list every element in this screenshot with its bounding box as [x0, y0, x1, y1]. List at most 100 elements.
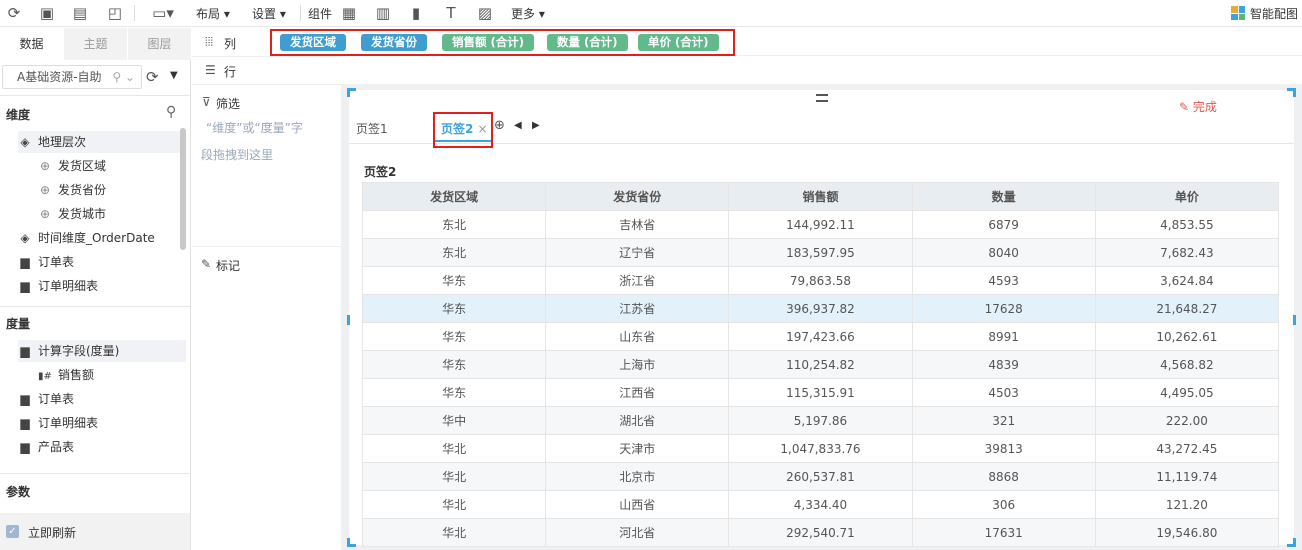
table-cell: 183,597.95: [728, 238, 913, 267]
refresh-icon[interactable]: ⟳: [5, 4, 23, 22]
table-cell: 11,119.74: [1094, 462, 1280, 491]
tab-theme[interactable]: 主题: [64, 28, 127, 60]
tree-item-province[interactable]: ⊕ 发货省份: [38, 179, 106, 201]
crosstab-icon[interactable]: ▥: [374, 4, 392, 22]
tree-item-order-detail-table[interactable]: ▆ 订单明细表: [18, 275, 98, 297]
tab-page-1[interactable]: 页签1: [356, 120, 388, 137]
smart-chart-icon[interactable]: [1231, 6, 1245, 20]
table-cell: 华东: [361, 266, 547, 295]
table-cell: 121.20: [1094, 490, 1280, 519]
header-quantity[interactable]: 数量: [911, 182, 1096, 211]
table-cell: 260,537.81: [728, 462, 913, 491]
table-cell: 222.00: [1094, 406, 1280, 435]
layers-icon: ◈: [20, 135, 30, 149]
divider: [192, 56, 341, 57]
table-header-row: 发货区域 发货省份 销售额 数量 单价: [361, 182, 1280, 211]
data-table: 发货区域 发货省份 销售额 数量 单价 东北 吉林省 144,992.11 6879 4…: [361, 182, 1280, 547]
tab-data[interactable]: 数据: [0, 28, 63, 60]
refresh-checkbox[interactable]: ✓: [6, 525, 19, 538]
table-row[interactable]: 东北 吉林省 144,992.11 6879 4,853.55: [361, 210, 1280, 239]
layout-menu[interactable]: 布局 ▾: [196, 5, 230, 22]
tree-item-time-dimension[interactable]: ◈ 时间维度_OrderDate: [18, 227, 154, 249]
dropdown-arrow-icon[interactable]: ▼: [170, 70, 178, 81]
tree-item-sales[interactable]: ▮# 销售额: [38, 364, 94, 386]
next-tab-icon[interactable]: ▶: [532, 120, 540, 131]
header-sales[interactable]: 销售额: [728, 182, 913, 211]
rows-icon: ☰: [205, 63, 216, 77]
table-cell: 江苏省: [545, 294, 730, 323]
tree-item-calc-field[interactable]: ▆ 计算字段(度量): [18, 340, 186, 362]
resize-corner[interactable]: [347, 88, 356, 97]
data-panel: 数据 主题 图层 A基础资源-自助 ⚲ ⌄ ⟳ ▼ 维度 ⚲ ◈ 地理层次 ⊕ 发货区…: [0, 28, 191, 550]
prev-tab-icon[interactable]: ◀: [514, 120, 522, 131]
search-icon[interactable]: ⚲: [166, 104, 176, 120]
tree-item-city[interactable]: ⊕ 发货城市: [38, 203, 106, 225]
header-province[interactable]: 发货省份: [545, 182, 730, 211]
settings-menu[interactable]: 设置 ▾: [252, 5, 286, 22]
measure-icon: ▮#: [38, 371, 52, 382]
datasource-select[interactable]: A基础资源-自助 ⚲ ⌄: [2, 65, 142, 89]
header-price[interactable]: 单价: [1094, 182, 1280, 211]
table-row[interactable]: 华中 湖北省 5,197.86 321 222.00: [361, 406, 1280, 435]
table-row[interactable]: 华北 山西省 4,334.40 306 121.20: [361, 490, 1280, 519]
tree-item-region[interactable]: ⊕ 发货区域: [38, 155, 106, 177]
resize-corner[interactable]: [1287, 538, 1296, 547]
columns-label: 列: [224, 37, 237, 51]
table-row[interactable]: 华北 天津市 1,047,833.76 39813 43,272.45: [361, 434, 1280, 463]
add-tab-icon[interactable]: ⊕: [494, 118, 505, 133]
divider: [0, 95, 190, 96]
divider: [0, 306, 190, 307]
table-cell: 吉林省: [545, 210, 730, 239]
table-cell: 4,334.40: [728, 490, 913, 519]
device-menu-icon[interactable]: ▭▾: [148, 4, 178, 22]
widget-title: 页签2: [364, 165, 397, 179]
tree-item-order-table[interactable]: ▆ 订单表: [18, 251, 74, 273]
table-cell: 43,272.45: [1094, 434, 1280, 463]
image-icon[interactable]: ▨: [476, 4, 494, 22]
scrollbar-thumb[interactable]: [180, 128, 186, 250]
table-row[interactable]: 华东 江苏省 396,937.82 17628 21,648.27: [361, 294, 1280, 323]
tab-layer[interactable]: 图层: [128, 28, 191, 60]
tree-item-order-table-measure[interactable]: ▆ 订单表: [18, 388, 74, 410]
table-cell: 华东: [361, 378, 547, 407]
table-cell: 东北: [361, 210, 547, 239]
table-row[interactable]: 华北 河北省 292,540.71 17631 19,546.80: [361, 518, 1280, 547]
table-row[interactable]: 华东 上海市 110,254.82 4839 4,568.82: [361, 350, 1280, 379]
tree-item-product-table[interactable]: ▆ 产品表: [18, 436, 74, 458]
refresh-label: 立即刷新: [28, 526, 77, 540]
table-row[interactable]: 华北 北京市 260,537.81 8868 11,119.74: [361, 462, 1280, 491]
filter-icon: ⊽: [202, 95, 211, 109]
drag-handle-icon[interactable]: [816, 94, 828, 102]
divider: [192, 246, 341, 247]
table-cell: 292,540.71: [728, 518, 913, 547]
table-row[interactable]: 华东 浙江省 79,863.58 4593 3,624.84: [361, 266, 1280, 295]
table-cell: 华北: [361, 490, 547, 519]
table-row[interactable]: 华东 山东省 197,423.66 8991 10,262.61: [361, 322, 1280, 351]
table-cell: 17631: [911, 518, 1096, 547]
table-row[interactable]: 东北 辽宁省 183,597.95 8040 7,682.43: [361, 238, 1280, 267]
table-widget[interactable]: ✎ 完成 页签1 页签2 × ⊕ ◀ ▶ 页签2 发货区域 发货省份 销售额 数…: [347, 88, 1296, 547]
table-cell: 144,992.11: [728, 210, 913, 239]
table-cell: 东北: [361, 238, 547, 267]
save-icon[interactable]: ▣: [38, 4, 56, 22]
preview-icon[interactable]: ◰: [106, 4, 124, 22]
table-icon[interactable]: ▦: [340, 4, 358, 22]
folder-open-icon: ▆: [20, 344, 30, 358]
text-icon[interactable]: T: [442, 4, 460, 22]
more-menu[interactable]: 更多 ▾: [511, 5, 545, 22]
tree-item-order-detail-measure[interactable]: ▆ 订单明细表: [18, 412, 98, 434]
resize-corner[interactable]: [1287, 88, 1296, 97]
resize-handle-right[interactable]: [1293, 315, 1296, 325]
bar-chart-icon[interactable]: ▮: [407, 4, 425, 22]
resize-corner[interactable]: [347, 538, 356, 547]
toolbar: ⟳ ▣ ▤ ◰ ▭▾ 布局 ▾ 设置 ▾ 组件 ▦ ▥ ▮ T ▨ 更多 ▾ 智…: [0, 0, 1302, 27]
config-panel: ⦙⦙⦙ 列 ☰ 行 ⊽ 筛选 “维度”或“度量”字 段拖拽到这里 ✎ 标记: [192, 28, 341, 550]
save-as-icon[interactable]: ▤: [71, 4, 89, 22]
tree-item-geo-hierarchy[interactable]: ◈ 地理层次: [18, 131, 186, 153]
smart-chart-button[interactable]: 智能配图: [1250, 5, 1298, 22]
refresh-datasource-icon[interactable]: ⟳: [146, 68, 159, 86]
header-region[interactable]: 发货区域: [361, 182, 547, 211]
resize-handle-left[interactable]: [347, 315, 350, 325]
table-cell: 4,495.05: [1094, 378, 1280, 407]
table-row[interactable]: 华东 江西省 115,315.91 4503 4,495.05: [361, 378, 1280, 407]
